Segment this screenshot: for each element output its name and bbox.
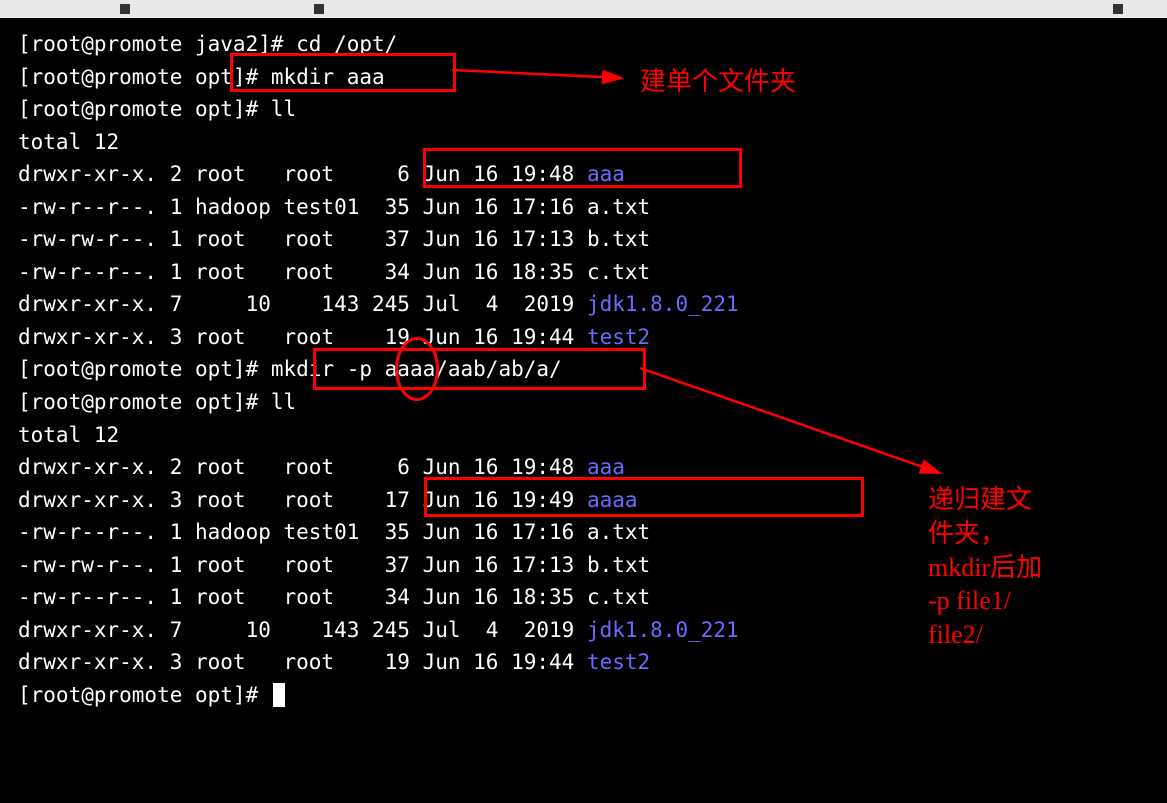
total-line: total 12 [18,419,1149,452]
terminal-icon [1113,4,1123,14]
cursor-icon [273,683,285,707]
list-item: drwxr-xr-x. 3 root root 19 Jun 16 19:44 … [18,321,1149,354]
cmd-line: [root@promote opt]# mkdir aaa [18,61,1149,94]
tab-3[interactable] [1113,4,1127,14]
cmd-line: [root@promote opt]# ll [18,386,1149,419]
cmd-line: [root@promote opt]# mkdir -p aaaa/aab/ab… [18,353,1149,386]
list-item: -rw-r--r--. 1 hadoop test01 35 Jun 16 17… [18,191,1149,224]
list-item: drwxr-xr-x. 3 root root 17 Jun 16 19:49 … [18,484,1149,517]
list-item: -rw-rw-r--. 1 root root 37 Jun 16 17:13 … [18,549,1149,582]
terminal-icon [314,4,324,14]
list-item: -rw-r--r--. 1 root root 34 Jun 16 18:35 … [18,256,1149,289]
list-item: drwxr-xr-x. 3 root root 19 Jun 16 19:44 … [18,646,1149,679]
list-item: drwxr-xr-x. 2 root root 6 Jun 16 19:48 a… [18,158,1149,191]
list-item: -rw-r--r--. 1 hadoop test01 35 Jun 16 17… [18,516,1149,549]
cmd-line: [root@promote java2]# cd /opt/ [18,28,1149,61]
total-line: total 12 [18,126,1149,159]
cmd-line: [root@promote opt]# [18,679,1149,712]
list-item: drwxr-xr-x. 7 10 143 245 Jul 4 2019 jdk1… [18,288,1149,321]
tab-bar [0,0,1167,18]
terminal-output[interactable]: [root@promote java2]# cd /opt/ [root@pro… [0,18,1167,721]
list-item: drwxr-xr-x. 7 10 143 245 Jul 4 2019 jdk1… [18,614,1149,647]
tab-1[interactable] [120,4,134,14]
list-item: -rw-rw-r--. 1 root root 37 Jun 16 17:13 … [18,223,1149,256]
tab-2[interactable] [314,4,328,14]
cmd-line: [root@promote opt]# ll [18,93,1149,126]
list-item: -rw-r--r--. 1 root root 34 Jun 16 18:35 … [18,581,1149,614]
terminal-icon [120,4,130,14]
list-item: drwxr-xr-x. 2 root root 6 Jun 16 19:48 a… [18,451,1149,484]
